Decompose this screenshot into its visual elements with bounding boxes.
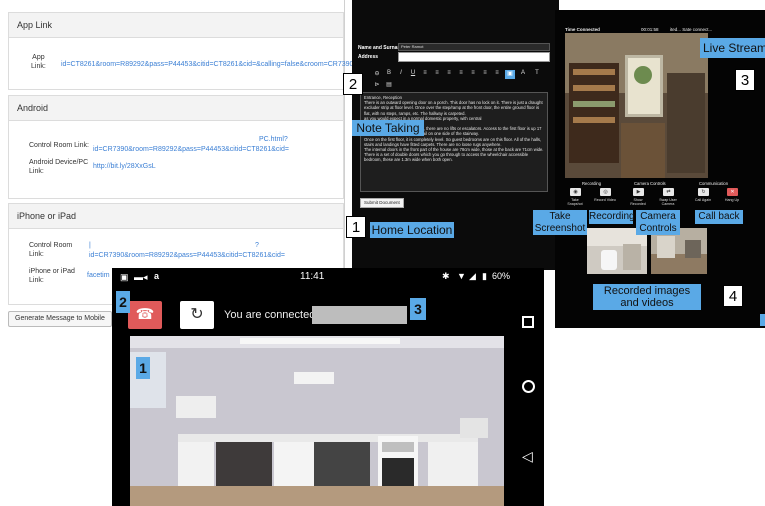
connection-status-text: ited... Sate connect... <box>670 27 713 32</box>
signal-icon: ◢ <box>469 271 476 281</box>
take-screenshot-callout: Take Screenshot <box>533 210 587 235</box>
android-control-room-label: Control Room Link: <box>29 142 89 149</box>
recording-heading: Recording <box>582 181 602 186</box>
swap-camera-icon[interactable]: ⇄ <box>663 188 674 196</box>
hang-up-button[interactable]: ☎ <box>128 301 162 329</box>
time-connected-value: 00:01:58 <box>641 27 659 32</box>
iphone-control-room-label: Control Room Link: <box>29 242 73 258</box>
app-link-section: App Link: id=CT8261&room=R89292&pass=P44… <box>8 38 353 90</box>
live-stream-callout: Live Stream <box>700 38 765 58</box>
app-link-url[interactable]: id=CT8261&room=R89292&pass=P44453&citid=… <box>61 60 353 69</box>
clock-time: 11:41 <box>300 271 325 282</box>
toolbar-table-button[interactable]: ▣ <box>505 70 515 79</box>
gallery-status-icon: ▣ <box>120 272 129 282</box>
android-control-room-url[interactable]: id=CR7390&room=R89292&pass=P44453&citid=… <box>93 145 289 154</box>
amazon-status-icon: a <box>154 271 160 281</box>
android-device-url[interactable]: http://bit.ly/28XxGsL <box>93 162 156 171</box>
address-input[interactable] <box>398 52 550 62</box>
submit-document-button[interactable]: Submit Document <box>360 198 404 208</box>
call-again-icon[interactable]: ↻ <box>698 188 709 196</box>
annotation-number-2-phone: 2 <box>116 291 130 313</box>
camera-icon[interactable]: ◉ <box>570 188 581 196</box>
call-back-callout: Call back <box>695 210 743 224</box>
wifi-icon: ▼ <box>457 271 466 281</box>
annotation-number-4-media: 4 <box>723 285 743 307</box>
back-button[interactable]: ◁ <box>522 448 533 465</box>
annotation-number-3-phone: 3 <box>410 298 426 320</box>
note-taking-callout: Note Taking <box>352 120 424 136</box>
annotation-number-2-notes: 2 <box>343 73 363 95</box>
toolbar-media-button[interactable]: ⊳ <box>373 81 381 90</box>
annotation-number-1-home: 1 <box>346 216 366 238</box>
android-control-room-url-part1[interactable]: PC.html? <box>259 135 288 144</box>
refresh-button[interactable]: ↻ <box>180 301 214 329</box>
record-icon[interactable]: ◎ <box>600 188 611 196</box>
camera-controls-callout: Camera Controls <box>636 210 680 235</box>
swap-camera-label: Swap User Camera <box>659 198 677 206</box>
toolbar-list-button[interactable]: ≡ <box>421 70 429 79</box>
iphone-control-room-url-part1[interactable]: ? <box>255 241 259 250</box>
address-label: Address <box>358 54 379 60</box>
hang-up-label: Hang Up <box>724 198 740 202</box>
toolbar-align-right-button[interactable]: ≡ <box>469 70 477 79</box>
camera-controls-heading: Camera Controls <box>634 181 666 186</box>
connection-status: You are connected... <box>224 309 325 321</box>
iphone-device-label: iPhone or iPad Link: <box>29 268 75 284</box>
toolbar-bold-button[interactable]: B <box>385 70 393 79</box>
mobile-app-screen: ▣ ▬◂ a 11:41 ✱ ▼ ◢ ▮ 60% ☎ ↻ You are con… <box>112 268 544 506</box>
note-text-area[interactable]: Entrance, Reception There is an outward … <box>360 92 548 192</box>
android-section: Control Room Link: PC.html? id=CR7390&ro… <box>8 121 344 199</box>
toolbar-image-button[interactable]: ▤ <box>385 81 393 90</box>
toolbar-italic-button[interactable]: I <box>397 70 405 79</box>
iphone-device-url[interactable]: facetim <box>87 271 110 280</box>
battery-percent: 60% <box>492 271 511 281</box>
generate-message-button[interactable]: Generate Message to Mobile <box>8 311 112 327</box>
app-link-label: App Link: <box>31 54 46 70</box>
video-icon[interactable]: ▶ <box>633 188 644 196</box>
toolbar-source-button[interactable]: ⊖ <box>373 70 381 79</box>
app-link-heading: App Link <box>8 12 344 38</box>
toolbar-underline-button[interactable]: U <box>409 70 417 79</box>
video-status-icon: ▬◂ <box>134 272 148 282</box>
show-recorded-label: Show Recorded <box>630 198 646 206</box>
recent-apps-button[interactable] <box>522 316 534 328</box>
toolbar-align-center-button[interactable]: ≡ <box>457 70 465 79</box>
recording-callout: Recording <box>589 210 635 224</box>
toolbar-align-left-button[interactable]: ≡ <box>445 70 453 79</box>
annotation-number-3-stream: 3 <box>735 69 755 91</box>
home-button[interactable] <box>522 380 535 393</box>
phone-camera-view <box>130 336 504 506</box>
status-progress-bar <box>312 306 407 324</box>
take-snapshot-label: Take Snapshot <box>567 198 583 206</box>
battery-icon: ▮ <box>482 271 487 281</box>
home-location-callout: Home Location <box>370 222 454 238</box>
annotation-number-1-phone: 1 <box>136 357 150 379</box>
toolbar-indent-button[interactable]: ≡ <box>493 70 501 79</box>
name-input[interactable]: Peter Ramot <box>398 43 550 51</box>
iphone-control-room-url-start[interactable]: | <box>89 241 91 250</box>
android-heading: Android <box>8 95 344 121</box>
toolbar-justify-button[interactable]: ≡ <box>481 70 489 79</box>
live-video-feed <box>565 33 708 178</box>
time-connected-label: Time Connected <box>565 27 600 32</box>
toolbar-numbered-list-button[interactable]: ≡ <box>433 70 441 79</box>
android-device-label: Android Device/PC Link: <box>29 159 89 175</box>
toolbar-text-size-button[interactable]: T <box>533 70 541 79</box>
call-again-label: Call Again <box>694 198 712 202</box>
toolbar-font-color-button[interactable]: A <box>519 70 527 79</box>
communication-heading: Communication <box>699 181 729 186</box>
callout-edge <box>760 314 765 326</box>
recorded-media-callout: Recorded images and videos <box>593 284 701 310</box>
iphone-control-room-url[interactable]: id=CR7390&room=R89292&pass=P44453&citid=… <box>89 251 285 260</box>
record-video-label: Record Video <box>594 198 616 202</box>
iphone-heading: iPhone or iPad <box>8 203 344 229</box>
bluetooth-icon: ✱ <box>442 271 450 281</box>
hang-up-icon[interactable]: ✕ <box>727 188 738 196</box>
